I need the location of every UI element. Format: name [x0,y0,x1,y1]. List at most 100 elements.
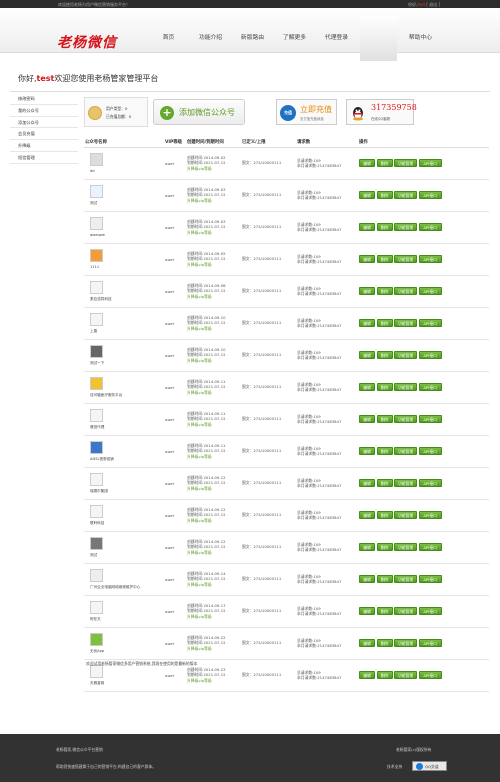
edit-button[interactable]: 编辑 [359,159,375,167]
api-button[interactable]: API接口 [418,255,442,263]
edit-button[interactable]: 编辑 [359,319,375,327]
api-button[interactable]: API接口 [418,671,442,679]
delete-button[interactable]: 删除 [376,191,393,199]
logo[interactable]: 老杨微信 [57,32,117,52]
delete-button[interactable]: 删除 [376,159,393,167]
upgrade-link[interactable]: 升降级vip等级 [187,166,241,171]
api-button[interactable]: API接口 [418,191,442,199]
account-name[interactable]: 测试一下 [90,361,104,366]
api-button[interactable]: API接口 [418,287,442,295]
edit-button[interactable]: 编辑 [359,287,375,295]
nav-learn-more[interactable]: 了解更多 [276,16,313,61]
function-manage-button[interactable]: 功能管理 [394,383,418,391]
delete-button[interactable]: 删除 [376,319,393,327]
api-button[interactable]: API接口 [418,223,442,231]
nav-new-router[interactable]: 新版路由 [234,16,271,61]
account-name[interactable]: 测试 [90,553,97,558]
username-link[interactable]: test [417,2,425,7]
upgrade-link[interactable]: 升降级vip等级 [187,550,241,555]
function-manage-button[interactable]: 功能管理 [394,319,418,327]
upgrade-link[interactable]: 升降级vip等级 [187,198,241,203]
account-name[interactable]: 阿在天 [90,617,101,622]
recharge-button[interactable]: 充值 立即充值 支付宝充值续费 [276,99,337,125]
edit-button[interactable]: 编辑 [359,447,375,455]
logout-link[interactable]: [ 退出 ] [426,2,440,7]
account-name[interactable]: 广州企业电脑网络维修维护中心 [90,585,140,590]
delete-button[interactable]: 删除 [376,511,393,519]
api-button[interactable]: API接口 [418,575,442,583]
nav-agent-login[interactable]: 代理登录 [318,16,355,61]
edit-button[interactable]: 编辑 [359,223,375,231]
delete-button[interactable]: 删除 [376,255,393,263]
delete-button[interactable]: 删除 [376,287,393,295]
delete-button[interactable]: 删除 [376,415,393,423]
delete-button[interactable]: 删除 [376,479,393,487]
edit-button[interactable]: 编辑 [359,191,375,199]
function-manage-button[interactable]: 功能管理 [394,447,418,455]
edit-button[interactable]: 编辑 [359,607,375,615]
delete-button[interactable]: 删除 [376,671,393,679]
sidebar-item-upgrade[interactable]: 升降级 [10,140,78,152]
upgrade-link[interactable]: 升降级vip等级 [187,326,241,331]
function-manage-button[interactable]: 功能管理 [394,191,418,199]
upgrade-link[interactable]: 升降级vip等级 [187,614,241,619]
api-button[interactable]: API接口 [418,415,442,423]
upgrade-link[interactable]: 升降级vip等级 [187,230,241,235]
api-button[interactable]: API接口 [418,479,442,487]
upgrade-link[interactable]: 升降级vip等级 [187,646,241,651]
account-name[interactable]: 瑞德尔集团 [90,489,108,494]
api-button[interactable]: API接口 [418,383,442,391]
qq-support-button[interactable]: 317359758 在线QQ客服 [346,99,417,125]
edit-button[interactable]: 编辑 [359,511,375,519]
sidebar-item-my-accounts[interactable]: 我的公众号 [10,105,78,117]
account-name[interactable]: 联轩科技 [90,521,104,526]
function-manage-button[interactable]: 功能管理 [394,415,418,423]
upgrade-link[interactable]: 升降级vip等级 [187,390,241,395]
qq-chat-button[interactable]: QQ交谈 [412,761,447,771]
account-name[interactable]: dd [90,169,95,173]
account-name[interactable]: 泰应浩同科技 [90,297,112,302]
function-manage-button[interactable]: 功能管理 [394,607,418,615]
upgrade-link[interactable]: 升降级vip等级 [187,678,241,683]
upgrade-link[interactable]: 升降级vip等级 [187,422,241,427]
nav-help[interactable]: 帮助中心 [402,16,439,61]
account-name[interactable]: 测试 [90,201,97,206]
upgrade-link[interactable]: 升降级vip等级 [187,518,241,523]
delete-button[interactable]: 删除 [376,607,393,615]
api-button[interactable]: API接口 [418,319,442,327]
upgrade-link[interactable]: 升降级vip等级 [187,358,241,363]
account-name[interactable]: 上善 [90,329,97,334]
function-manage-button[interactable]: 功能管理 [394,223,418,231]
api-button[interactable]: API接口 [418,639,442,647]
function-manage-button[interactable]: 功能管理 [394,287,418,295]
nav-features[interactable]: 功能介绍 [192,16,229,61]
function-manage-button[interactable]: 功能管理 [394,511,418,519]
account-name[interactable]: 天雅香姬 [90,681,104,686]
upgrade-link[interactable]: 升降级vip等级 [187,294,241,299]
api-button[interactable]: API接口 [418,447,442,455]
function-manage-button[interactable]: 功能管理 [394,255,418,263]
sidebar-item-change-password[interactable]: 修改密码 [10,93,78,105]
sidebar-item-sms[interactable]: 短信管理 [10,152,78,164]
edit-button[interactable]: 编辑 [359,479,375,487]
account-name[interactable]: qweqwe [90,233,105,237]
function-manage-button[interactable]: 功能管理 [394,575,418,583]
function-manage-button[interactable]: 功能管理 [394,639,418,647]
nav-active-tab[interactable] [360,16,397,61]
upgrade-link[interactable]: 升降级vip等级 [187,262,241,267]
edit-button[interactable]: 编辑 [359,543,375,551]
delete-button[interactable]: 删除 [376,543,393,551]
edit-button[interactable]: 编辑 [359,575,375,583]
sidebar-item-recharge[interactable]: 会员充值 [10,128,78,141]
delete-button[interactable]: 删除 [376,351,393,359]
function-manage-button[interactable]: 功能管理 [394,671,418,679]
edit-button[interactable]: 编辑 [359,255,375,263]
function-manage-button[interactable]: 功能管理 [394,543,418,551]
function-manage-button[interactable]: 功能管理 [394,351,418,359]
upgrade-link[interactable]: 升降级vip等级 [187,454,241,459]
api-button[interactable]: API接口 [418,351,442,359]
api-button[interactable]: API接口 [418,543,442,551]
delete-button[interactable]: 删除 [376,223,393,231]
api-button[interactable]: API接口 [418,511,442,519]
account-name[interactable]: 雅田代理 [90,425,104,430]
